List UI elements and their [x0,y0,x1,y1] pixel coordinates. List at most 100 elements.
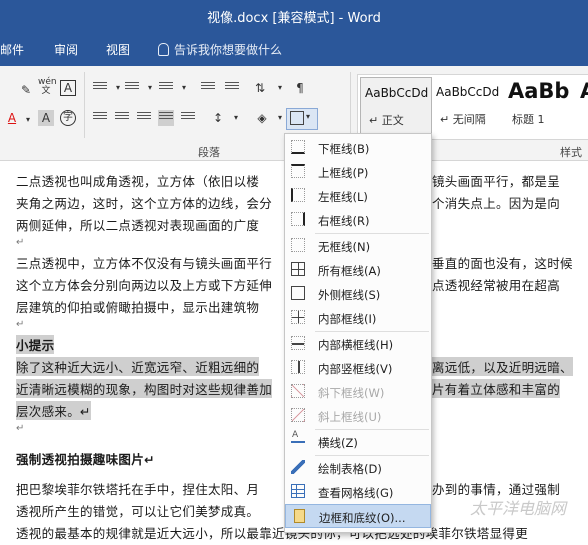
menu-item-label: 绘制表格(D) [318,462,382,476]
decrease-indent-icon[interactable] [200,80,216,96]
doc-line: 三点透视中，立方体不仅没有与镜头画面平行 [16,256,273,271]
menu-item-right-border[interactable]: 右框线(R) [285,208,431,232]
right-border-icon [291,212,305,226]
style-name: ↵ 正文 [369,114,404,127]
doc-line: 二点透视也叫成角透视，立方体（依旧以楼 [16,174,260,189]
menu-item-top-border[interactable]: 上框线(P) [285,160,431,184]
menu-item-diagonal-up[interactable]: 斜上框线(U) [285,404,431,428]
lightbulb-icon [158,43,169,56]
doc-line: 这个立方体会分别向两边以及上方或下方延伸 [16,278,273,293]
inside-horizontal-border-icon [291,336,305,350]
paragraph-group-label: 段落 [198,146,220,159]
style-normal[interactable]: AaBbCcDd ↵ 正文 [360,77,432,137]
style-name: 标题 1 [512,113,545,126]
menu-item-diagonal-down[interactable]: 斜下框线(W) [285,380,431,404]
shading-bucket-icon[interactable]: ◈ [254,110,270,126]
tip-heading: 小提示 [16,335,55,354]
outside-borders-icon [291,286,305,300]
no-border-icon [291,238,305,252]
menu-item-inside-horizontal[interactable]: 内部横框线(H) [285,332,431,356]
text-direction-icon[interactable]: ⇅ [252,80,268,96]
group-separator [84,72,85,138]
menu-item-draw-table[interactable]: 绘制表格(D) [285,456,431,480]
menu-item-label: 斜下框线(W) [318,386,385,400]
borders-dropdown-menu: 下框线(B) 上框线(P) 左框线(L) 右框线(R) 无框线(N) 所有框线(… [284,133,432,533]
view-gridlines-icon [291,484,305,498]
style-heading-2[interactable]: A [576,77,588,135]
group-separator [350,72,351,138]
multilevel-list-icon[interactable] [158,80,174,96]
pinyin-label: wén [38,77,57,87]
menu-item-borders-and-shading[interactable]: 边框和底纹(O)... [285,504,431,528]
doc-line-fragment: 镜头画面平行，都是呈 [432,174,561,189]
numbering-icon[interactable] [124,80,140,96]
menu-item-label: 横线(Z) [318,436,358,450]
align-center-icon[interactable] [114,110,130,126]
justify-icon[interactable] [158,110,174,126]
menu-item-label: 无框线(N) [318,240,371,254]
menu-item-inside-vertical[interactable]: 内部竖框线(V) [285,356,431,380]
tab-review[interactable]: 审阅 [54,41,78,58]
menu-item-bottom-border[interactable]: 下框线(B) [285,136,431,160]
ribbon-tab-bar: 邮件 审阅 视图 告诉我你想要做什么 [0,32,588,66]
styles-gallery: AaBbCcDd ↵ 正文 AaBbCcDd ↵ 无间隔 AaBb 标题 1 A [357,74,588,140]
paragraph-mark: ↵ [16,237,25,248]
all-borders-icon [290,111,304,125]
menu-item-outside-borders[interactable]: 外侧框线(S) [285,282,431,306]
menu-item-all-borders[interactable]: 所有框线(A) [285,258,431,282]
doc-line: 把巴黎埃菲尔铁塔托在手中，捏住太阳、月 [16,482,260,497]
phonetic-guide-button[interactable]: wén 文 [38,77,57,96]
menu-item-label: 左框线(L) [318,190,368,204]
doc-line: 近清晰远模糊的现象，构图时对这些规律善加 [16,379,273,398]
clear-formatting-icon[interactable]: ✎ [18,82,34,98]
style-no-spacing[interactable]: AaBbCcDd ↵ 无间隔 [432,77,502,135]
font-color-dropdown-icon[interactable]: ▾ [20,112,36,128]
tab-mailings[interactable]: 邮件 [0,41,24,58]
menu-item-horizontal-line[interactable]: 横线(Z) [285,430,431,454]
font-color-button[interactable]: A [4,110,20,126]
section-heading: 强制透视拍摄趣味图片↵ [16,452,155,467]
window-title: 视像.docx [兼容模式] - Word [207,11,381,26]
line-spacing-dropdown-icon[interactable]: ▾ [228,110,244,126]
align-right-icon[interactable] [136,110,152,126]
tab-view[interactable]: 视图 [106,41,130,58]
text-direction-dropdown-icon[interactable]: ▾ [272,80,288,96]
menu-item-label: 外侧框线(S) [318,288,381,302]
watermark: 太平洋电脑网 [470,499,567,518]
character-shading-button[interactable]: A [38,110,54,126]
paragraph-mark: ↵ [16,423,25,434]
horizontal-line-icon [291,430,305,448]
doc-line-fragment: 点透视经常被用在超高 [432,278,561,293]
doc-line-fragment: 垂直的面也没有，这时候 [432,256,573,271]
menu-item-inside-borders[interactable]: 内部框线(I) [285,306,431,330]
doc-line-fragment: 片有着立体感和丰富的 [432,379,561,398]
menu-item-label: 内部横框线(H) [318,338,394,352]
style-sample: A [580,79,588,103]
styles-group-label: 样式 [560,146,582,159]
diagonal-up-border-icon [291,408,305,422]
align-left-icon[interactable] [92,110,108,126]
show-marks-icon[interactable]: ¶ [292,80,308,96]
multilevel-dropdown-icon[interactable]: ▾ [176,80,192,96]
style-sample: AaBb [508,79,570,103]
tell-me-search[interactable]: 告诉我你想要做什么 [158,41,282,58]
draw-table-icon [291,460,305,474]
increase-indent-icon[interactable] [224,80,240,96]
style-heading-1[interactable]: AaBb 标题 1 [504,77,574,135]
menu-item-view-gridlines[interactable]: 查看网格线(G) [285,480,431,504]
doc-line: 除了这种近大远小、近宽远窄、近粗远细的 [16,357,260,376]
enclose-characters-button[interactable]: 字 [60,110,76,126]
bullets-icon[interactable] [92,80,108,96]
character-border-button[interactable]: A [60,80,76,96]
inside-borders-icon [291,310,305,324]
doc-line: 透视所产生的错觉，可以让它们美梦成真。 [16,504,260,519]
menu-item-label: 边框和底纹(O)... [319,511,406,525]
doc-line: 层建筑的仰拍或俯瞰拍摄中，显示出建筑物 [16,300,260,315]
distributed-align-icon[interactable] [180,110,196,126]
menu-item-left-border[interactable]: 左框线(L) [285,184,431,208]
menu-item-no-border[interactable]: 无框线(N) [285,234,431,258]
line-spacing-icon[interactable]: ↕ [210,110,226,126]
doc-line: 两侧延伸，所以二点透视对表现画面的广度 [16,218,260,233]
numbering-dropdown-icon[interactable]: ▾ [142,80,158,96]
borders-button[interactable]: ▾ [286,108,318,130]
